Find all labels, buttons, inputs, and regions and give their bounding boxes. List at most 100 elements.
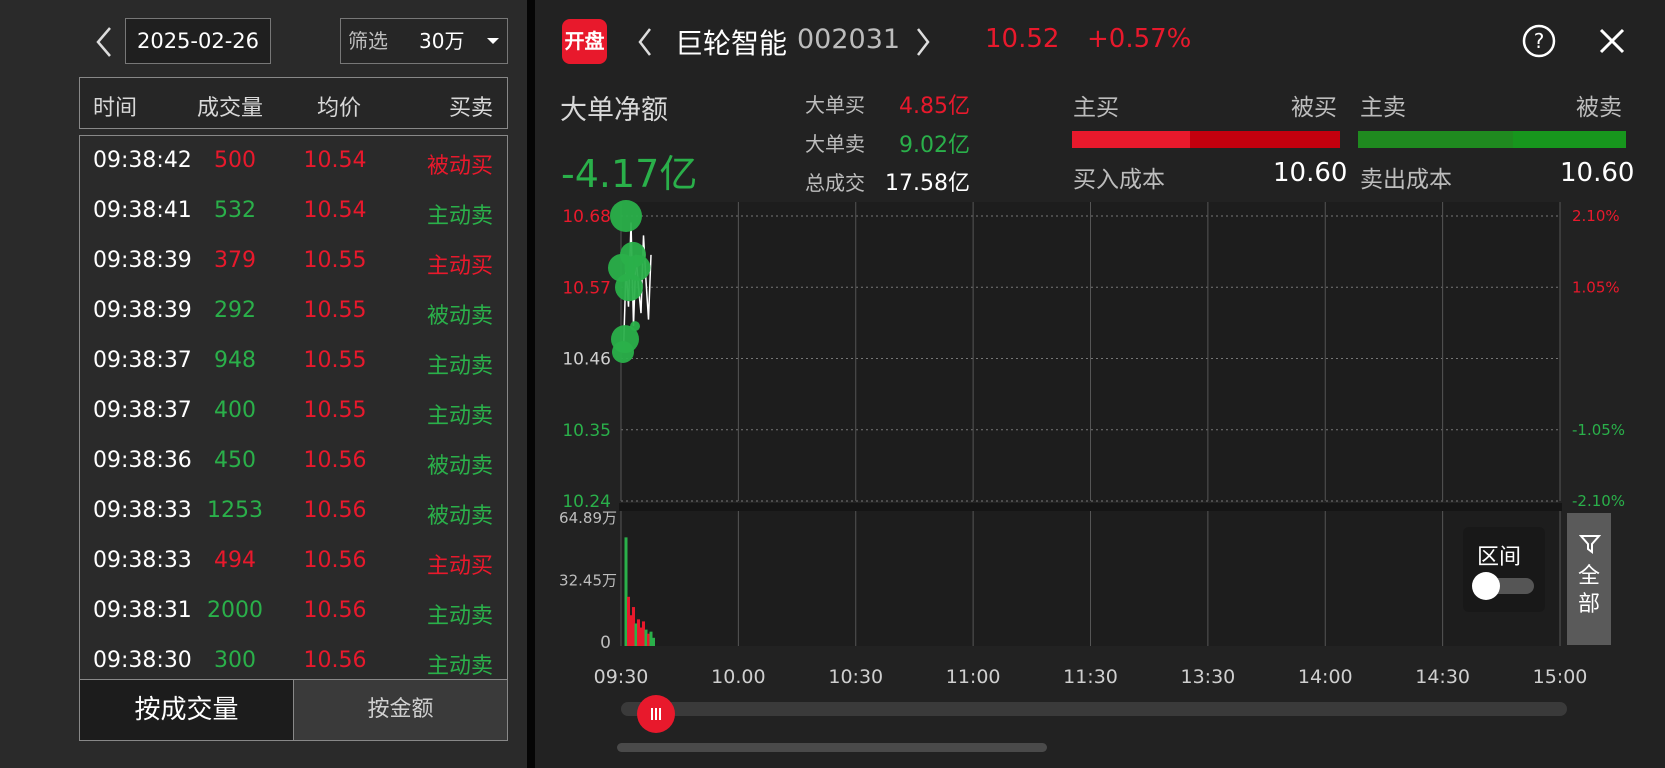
table-row[interactable]: 09:38:41 532 10.54 主动卖 <box>80 186 507 236</box>
volume-bar <box>652 637 655 646</box>
time-scrubber-handle[interactable] <box>637 695 675 733</box>
trade-list-panel: 2025-02-26 筛选 30万 时间 成交量 均价 买卖 09:38:42 5… <box>0 0 527 768</box>
y-tick-left: 10.68 <box>562 207 611 227</box>
table-header: 时间 成交量 均价 买卖 <box>79 77 508 129</box>
table-row[interactable]: 09:38:30 300 10.56 主动卖 <box>80 636 507 679</box>
row-side: 被动卖 <box>426 454 493 479</box>
x-tick: 09:30 <box>594 666 649 688</box>
horizontal-scrollbar[interactable] <box>617 743 1047 752</box>
intraday-chart[interactable]: 10.68 2.10%10.57 1.05%10.4610.35 -1.05%10.2… <box>535 200 1665 690</box>
row-avg-price: 10.56 <box>303 598 367 623</box>
row-side: 被动买 <box>426 154 493 179</box>
back-arrow-icon[interactable] <box>92 24 116 60</box>
row-avg-price: 10.55 <box>303 248 367 273</box>
row-side: 主动卖 <box>426 654 493 679</box>
table-row[interactable]: 09:38:37 400 10.55 主动卖 <box>80 386 507 436</box>
row-avg-price: 10.54 <box>303 198 367 223</box>
range-toggle[interactable] <box>1472 572 1534 600</box>
row-avg-price: 10.56 <box>303 548 367 573</box>
total-label: 总成交 <box>805 171 865 195</box>
x-tick: 13:30 <box>1180 666 1235 688</box>
volume-y-tick: 0 <box>600 633 611 653</box>
prev-stock-icon[interactable] <box>635 26 655 58</box>
filter-all-button[interactable]: 全部 <box>1567 513 1611 645</box>
row-volume: 532 <box>214 198 256 223</box>
row-volume: 494 <box>214 548 256 573</box>
trade-bubble <box>612 341 634 364</box>
filter-value: 30万 <box>419 29 465 53</box>
table-row[interactable]: 09:38:42 500 10.54 被动买 <box>80 136 507 186</box>
x-tick: 10.00 <box>711 666 765 688</box>
row-time: 09:38:30 <box>93 648 192 673</box>
row-time: 09:38:37 <box>93 348 192 373</box>
next-stock-icon[interactable] <box>913 26 933 58</box>
panel-divider <box>527 0 535 768</box>
active-sell-bar <box>1358 131 1513 148</box>
row-volume: 500 <box>214 148 256 173</box>
date-picker[interactable]: 2025-02-26 <box>125 18 271 64</box>
table-row[interactable]: 09:38:36 450 10.56 被动卖 <box>80 436 507 486</box>
net-amount-label: 大单净额 <box>560 95 668 126</box>
table-row[interactable]: 09:38:39 379 10.55 主动买 <box>80 236 507 286</box>
active-buy-bar <box>1072 131 1190 148</box>
big-sell-label: 大单卖 <box>805 132 865 156</box>
row-volume: 400 <box>214 398 256 423</box>
table-row[interactable]: 09:38:37 948 10.55 主动卖 <box>80 336 507 386</box>
y-tick-right: -1.05% <box>1572 421 1625 439</box>
header-time: 时间 <box>93 96 138 121</box>
current-price: 10.52 <box>985 24 1060 54</box>
filter-dropdown[interactable]: 筛选 30万 <box>340 18 508 64</box>
trade-bubble <box>615 273 643 302</box>
trade-bubble <box>630 321 640 332</box>
volume-y-tick: 32.45万 <box>559 572 617 590</box>
x-tick: 10:30 <box>828 666 883 688</box>
y-tick-right: 2.10% <box>1572 207 1620 225</box>
passive-sell-label: 被卖 <box>1576 95 1622 121</box>
row-avg-price: 10.55 <box>303 398 367 423</box>
row-volume: 1253 <box>207 498 263 523</box>
passive-buy-bar <box>1190 131 1340 148</box>
range-toggle-box[interactable]: 区间 <box>1463 527 1545 612</box>
open-badge: 开盘 <box>562 19 607 64</box>
toggle-knob <box>1472 572 1500 600</box>
row-volume: 292 <box>214 298 256 323</box>
table-row[interactable]: 09:38:33 494 10.56 主动买 <box>80 536 507 586</box>
table-row[interactable]: 09:38:31 2000 10.56 主动卖 <box>80 586 507 636</box>
row-volume: 300 <box>214 648 256 673</box>
x-tick: 11:00 <box>946 666 1001 688</box>
row-avg-price: 10.56 <box>303 498 367 523</box>
row-side: 主动卖 <box>426 354 493 379</box>
passive-buy-label: 被买 <box>1291 95 1337 121</box>
x-tick: 14:30 <box>1415 666 1470 688</box>
y-tick-left: 10.35 <box>562 421 611 441</box>
row-time: 09:38:41 <box>93 198 192 223</box>
filter-label: 筛选 <box>348 29 388 53</box>
table-row[interactable]: 09:38:39 292 10.55 被动卖 <box>80 286 507 336</box>
header-volume: 成交量 <box>197 96 264 121</box>
trade-table[interactable]: 09:38:42 500 10.54 被动买 09:38:41 532 10.54 主动卖 09… <box>79 135 508 679</box>
y-tick-left: 10.46 <box>562 350 611 370</box>
tab-by-volume[interactable]: 按成交量 <box>80 680 293 740</box>
buy-cost-label: 买入成本 <box>1073 167 1165 193</box>
table-row[interactable]: 09:38:33 1253 10.56 被动卖 <box>80 486 507 536</box>
filter-all-text: 全部 <box>1577 564 1600 617</box>
help-icon[interactable]: ? <box>1522 24 1556 58</box>
row-side: 被动卖 <box>426 304 493 329</box>
big-buy-label: 大单买 <box>805 93 865 117</box>
row-time: 09:38:39 <box>93 298 192 323</box>
row-avg-price: 10.55 <box>303 348 367 373</box>
range-label: 区间 <box>1477 545 1522 570</box>
close-icon[interactable] <box>1597 26 1627 56</box>
x-tick: 11:30 <box>1063 666 1118 688</box>
row-time: 09:38:39 <box>93 248 192 273</box>
time-scrubber-track[interactable] <box>621 702 1567 716</box>
row-time: 09:38:37 <box>93 398 192 423</box>
row-volume: 948 <box>214 348 256 373</box>
x-tick: 15:00 <box>1533 666 1588 688</box>
buy-cost-value: 10.60 <box>1273 158 1348 188</box>
tab-by-amount[interactable]: 按金额 <box>293 680 507 740</box>
y-tick-left: 10.57 <box>562 278 611 298</box>
big-buy-value: 4.85亿 <box>899 94 970 119</box>
row-time: 09:38:33 <box>93 498 192 523</box>
active-sell-label: 主卖 <box>1360 95 1406 121</box>
